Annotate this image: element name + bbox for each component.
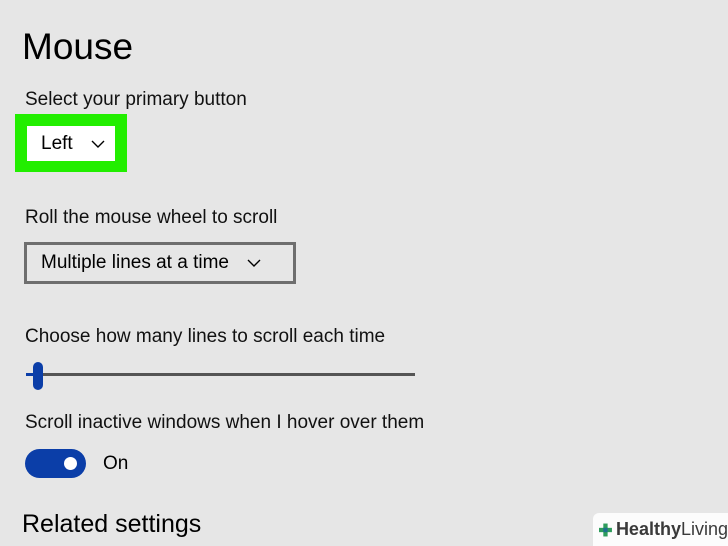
scroll-mode-value: Multiple lines at a time [41,252,229,273]
scroll-wheel-label: Roll the mouse wheel to scroll [25,207,278,228]
lines-slider-track[interactable] [26,373,415,376]
related-settings-heading: Related settings [22,510,202,538]
primary-button-value: Left [41,132,73,154]
chevron-down-icon [247,259,261,267]
plus-cross-icon [599,523,612,536]
chevron-down-icon [91,140,105,148]
watermark-brand-1: Healthy [615,519,681,539]
scroll-mode-dropdown[interactable]: Multiple lines at a time [24,242,296,284]
primary-button-label: Select your primary button [25,89,247,110]
lines-slider-label: Choose how many lines to scroll each tim… [25,326,386,347]
toggle-knob [64,457,77,470]
page-title: Mouse [22,26,134,67]
toggle-state-label: On [103,453,129,474]
inactive-scroll-toggle[interactable] [25,449,86,478]
watermark-brand-2: Living [680,519,728,539]
inactive-scroll-label: Scroll inactive windows when I hover ove… [25,412,425,433]
watermark: Healthy Living [593,513,728,546]
primary-button-dropdown[interactable]: Left [27,126,115,161]
lines-slider-thumb[interactable] [32,362,43,390]
